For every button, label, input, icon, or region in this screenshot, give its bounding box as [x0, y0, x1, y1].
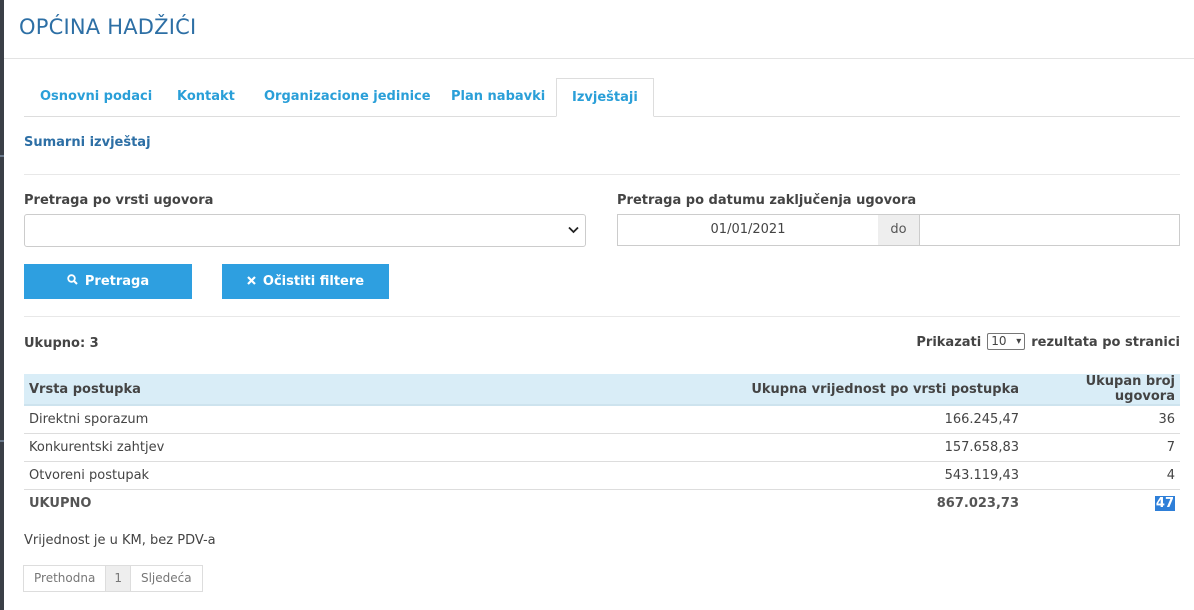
tab-bar: Osnovni podaci Kontakt Organizacione jed…: [24, 78, 1180, 117]
pagination-page[interactable]: 1: [105, 565, 131, 592]
date-range-label: Pretraga po datumu zaključenja ugovora: [617, 193, 917, 208]
table-cell: Otvoreni postupak: [24, 461, 574, 490]
pagination-next[interactable]: Sljedeća: [129, 565, 203, 592]
table-cell: Direktni sporazum: [24, 405, 574, 434]
table-cell: 4: [1024, 461, 1180, 490]
tab-izvjestaji[interactable]: Izvještaji: [556, 78, 654, 117]
pagination-prev[interactable]: Prethodna: [23, 565, 107, 592]
table-cell: 543.119,43: [574, 461, 1024, 490]
per-page-suffix: rezultata po stranici: [1031, 335, 1180, 350]
pagination: Prethodna 1 Sljedeća: [23, 565, 203, 592]
total-count-cell: 47: [1024, 490, 1180, 518]
summary-table: Vrsta postupka Ukupna vrijednost po vrst…: [24, 374, 1180, 517]
chevron-down-icon: ▾: [1016, 336, 1022, 347]
contract-type-label: Pretraga po vrsti ugovora: [24, 193, 214, 208]
table-row: Konkurentski zahtjev 157.658,83 7: [24, 433, 1180, 462]
column-header[interactable]: Ukupan broj ugovora: [1024, 374, 1180, 406]
table-cell: 7: [1024, 433, 1180, 462]
table-row: Direktni sporazum 166.245,47 36: [24, 405, 1180, 434]
table-row: Otvoreni postupak 543.119,43 4: [24, 461, 1180, 490]
contract-type-select[interactable]: [24, 214, 586, 247]
chevron-down-icon: [568, 223, 579, 237]
table-cell: 157.658,83: [574, 433, 1024, 462]
tab-osnovni-podaci[interactable]: Osnovni podaci: [25, 78, 167, 116]
edge-mark: [0, 155, 4, 157]
search-button[interactable]: Pretraga: [24, 264, 192, 299]
per-page-select[interactable]: 10 ▾: [987, 333, 1026, 350]
edge-mark: [0, 440, 4, 442]
date-from-input[interactable]: 01/01/2021: [617, 214, 879, 246]
currency-note: Vrijednost je u KM, bez PDV-a: [24, 533, 216, 548]
clear-filters-button[interactable]: Očistiti filtere: [222, 264, 389, 299]
per-page-control: Prikazati 10 ▾ rezultata po stranici: [916, 333, 1180, 354]
tab-kontakt[interactable]: Kontakt: [162, 78, 250, 116]
date-range-group: 01/01/2021 do: [617, 214, 1180, 246]
date-to-input[interactable]: [919, 214, 1180, 246]
tab-organizacione-jedinice[interactable]: Organizacione jedinice: [249, 78, 446, 116]
table-cell: 166.245,47: [574, 405, 1024, 434]
column-header[interactable]: Vrsta postupka: [24, 374, 574, 406]
per-page-value: 10: [991, 334, 1007, 348]
total-count: 47: [1154, 496, 1175, 511]
page-header: OPĆINA HADŽIĆI: [4, 0, 1194, 59]
search-button-label: Pretraga: [84, 274, 150, 289]
search-icon: [67, 264, 78, 299]
page-title: OPĆINA HADŽIĆI: [19, 15, 197, 39]
table-cell: Konkurentski zahtjev: [24, 433, 574, 462]
total-label: UKUPNO: [29, 496, 92, 511]
close-icon: [247, 264, 256, 299]
table-total-row: UKUPNO 867.023,73 47: [24, 490, 1180, 518]
clear-filters-label: Očistiti filtere: [262, 274, 365, 289]
section-title: Sumarni izvještaj: [24, 135, 151, 150]
column-header[interactable]: Ukupna vrijednost po vrsti postupka: [574, 374, 1024, 406]
divider: [24, 316, 1180, 317]
divider: [24, 174, 1180, 175]
results-total: Ukupno: 3: [24, 336, 99, 351]
per-page-label: Prikazati: [916, 335, 982, 350]
left-window-edge: [0, 0, 4, 610]
table-cell: 36: [1024, 405, 1180, 434]
table-header-row: Vrsta postupka Ukupna vrijednost po vrst…: [24, 374, 1180, 406]
tab-plan-nabavki[interactable]: Plan nabavki: [436, 78, 560, 116]
total-value: 867.023,73: [936, 496, 1019, 511]
date-range-separator: do: [878, 214, 919, 246]
